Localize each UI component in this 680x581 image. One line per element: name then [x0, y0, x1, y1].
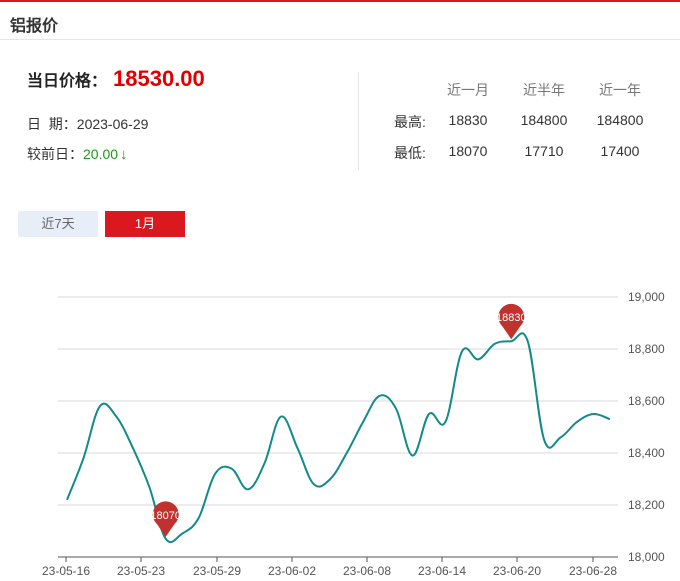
y-tick-label: 18,400 [628, 446, 665, 460]
panel-header: 铝报价 [0, 2, 680, 40]
y-tick-label: 19,000 [628, 290, 665, 304]
today-price-label: 当日价格： [27, 73, 108, 90]
stats-low-year: 17400 [600, 143, 640, 159]
stats-divider [358, 72, 359, 170]
stats-high-halfyear: 184800 [520, 112, 568, 128]
today-price-value: 18530.00 [113, 66, 205, 91]
change-label: 较前日： [27, 146, 83, 162]
y-tick-label: 18,200 [628, 498, 665, 512]
price-chart-svg: 18,000 18,200 18,400 18,600 18,800 19,000 23-0… [42, 290, 665, 578]
date-row: 日 期：2023-06-29 [27, 114, 148, 134]
pin-label: 18070 [150, 510, 181, 522]
change-value: 20.00 [83, 146, 119, 162]
panel-title: 铝报价 [10, 18, 59, 35]
x-tick-label: 23-05-29 [193, 564, 241, 578]
stats-high-year: 184800 [596, 112, 644, 128]
x-tick-label: 23-06-02 [268, 564, 316, 578]
y-tick-label: 18,800 [628, 342, 665, 356]
y-tick-label: 18,000 [628, 550, 665, 564]
date-value: 2023-06-29 [76, 116, 149, 132]
today-price-block: 当日价格： 18530.00 [27, 66, 205, 92]
date-label: 日 期： [27, 116, 77, 132]
pin-label: 18830 [496, 312, 527, 324]
x-tick-label: 23-06-14 [418, 564, 466, 578]
stats-header-month: 近一月 [447, 82, 489, 98]
x-tick-label: 23-05-16 [42, 564, 90, 578]
stats-header-year: 近一年 [599, 82, 641, 98]
x-tick-label: 23-06-28 [569, 564, 617, 578]
x-tick-label: 23-06-08 [343, 564, 391, 578]
tab-7-days[interactable]: 近7天 [18, 211, 98, 237]
x-tick-label: 23-05-23 [117, 564, 165, 578]
price-series-line [66, 332, 611, 544]
change-row: 较前日：20.00 ↓ [27, 144, 128, 164]
stats-low-month: 18070 [448, 143, 488, 159]
stats-header-halfyear: 近半年 [523, 82, 565, 98]
x-tick-label: 23-06-20 [493, 564, 541, 578]
down-arrow-icon: ↓ [120, 146, 128, 163]
y-tick-label: 18,600 [628, 394, 665, 408]
tab-1-month[interactable]: 1月 [105, 211, 185, 237]
price-chart: 18,000 18,200 18,400 18,600 18,800 19,000 23-0… [0, 250, 680, 581]
stats-low-halfyear: 17710 [524, 143, 564, 159]
stats-high-month: 18830 [448, 112, 488, 128]
